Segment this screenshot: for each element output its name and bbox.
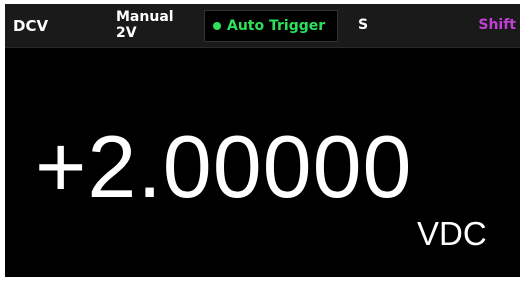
main-reading: +2.00000 xyxy=(35,117,413,216)
status-bar: DCV Manual 2V Auto Trigger S Shift xyxy=(5,4,520,48)
range-indicator: Manual 2V xyxy=(116,9,174,41)
measurement-mode: DCV xyxy=(13,17,49,35)
sample-rate: S xyxy=(358,17,369,33)
status-dot-icon xyxy=(213,22,221,30)
shift-indicator: Shift xyxy=(478,17,516,33)
range-value: 2V xyxy=(116,25,137,41)
meter-display: DCV Manual 2V Auto Trigger S Shift +2.00… xyxy=(5,4,520,277)
trigger-status: Auto Trigger xyxy=(204,10,338,42)
range-mode: Manual xyxy=(116,9,174,25)
trigger-label: Auto Trigger xyxy=(227,18,326,34)
reading-unit: VDC xyxy=(417,215,487,252)
